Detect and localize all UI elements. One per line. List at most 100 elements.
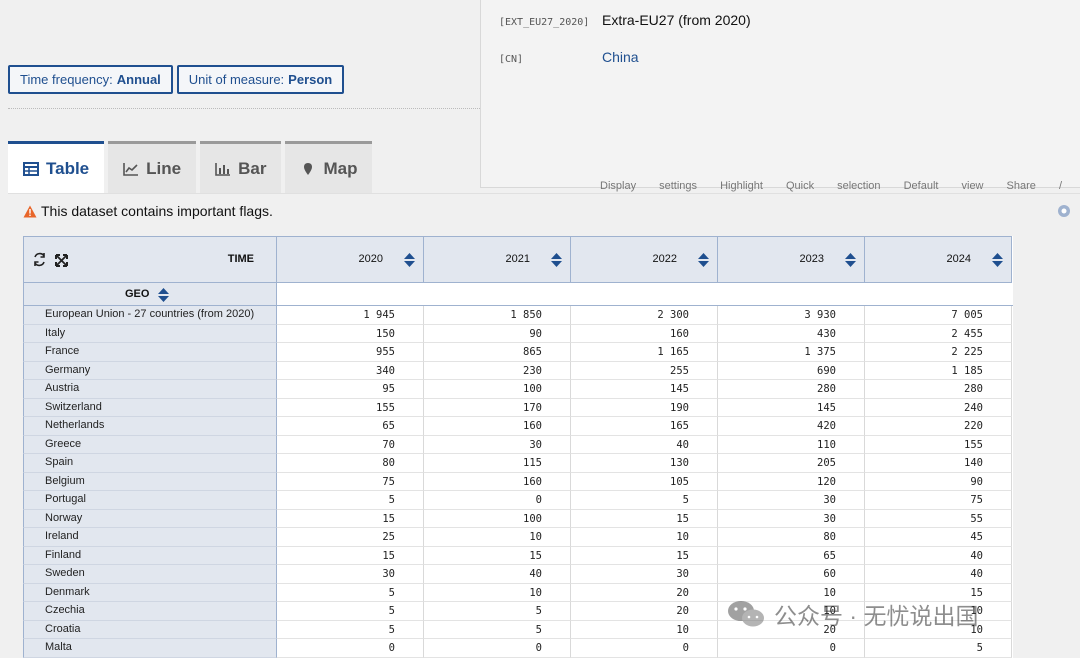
value-cell[interactable]: 10: [424, 528, 571, 547]
value-cell[interactable]: 30: [277, 565, 424, 584]
value-cell[interactable]: 20: [571, 583, 718, 602]
settings-icon[interactable]: [1057, 204, 1071, 218]
value-cell[interactable]: 80: [718, 528, 865, 547]
value-cell[interactable]: 255: [571, 361, 718, 380]
value-cell[interactable]: 5: [277, 620, 424, 639]
value-cell[interactable]: 40: [424, 565, 571, 584]
value-cell[interactable]: 0: [277, 639, 424, 658]
value-cell[interactable]: 10: [424, 583, 571, 602]
popup-row-extra-eu27[interactable]: [EXT_EU27_2020] Extra-EU27 (from 2020): [499, 12, 751, 28]
swap-axes-icon[interactable]: [32, 252, 47, 267]
value-cell[interactable]: 110: [718, 435, 865, 454]
tab-line[interactable]: Line: [108, 141, 197, 193]
value-cell[interactable]: 955: [277, 343, 424, 362]
sort-icon[interactable]: [551, 253, 562, 267]
value-cell[interactable]: 40: [571, 435, 718, 454]
sort-icon[interactable]: [992, 253, 1003, 267]
value-cell[interactable]: 1 185: [865, 361, 1012, 380]
value-cell[interactable]: 0: [718, 639, 865, 658]
value-cell[interactable]: 30: [571, 565, 718, 584]
value-cell[interactable]: 160: [571, 324, 718, 343]
value-cell[interactable]: 120: [718, 472, 865, 491]
value-cell[interactable]: 60: [718, 565, 865, 584]
value-cell[interactable]: 220: [865, 417, 1012, 436]
value-cell[interactable]: 10: [571, 620, 718, 639]
value-cell[interactable]: 10: [571, 528, 718, 547]
year-header-2023[interactable]: 2023: [718, 236, 865, 283]
value-cell[interactable]: 25: [277, 528, 424, 547]
value-cell[interactable]: 70: [277, 435, 424, 454]
value-cell[interactable]: 30: [718, 491, 865, 510]
value-cell[interactable]: 100: [424, 509, 571, 528]
value-cell[interactable]: 140: [865, 454, 1012, 473]
value-cell[interactable]: 865: [424, 343, 571, 362]
value-cell[interactable]: 205: [718, 454, 865, 473]
geo-header[interactable]: GEO: [23, 283, 277, 306]
value-cell[interactable]: 105: [571, 472, 718, 491]
value-cell[interactable]: 3 930: [718, 306, 865, 325]
sort-icon[interactable]: [158, 288, 169, 302]
value-cell[interactable]: 165: [571, 417, 718, 436]
time-frequency-button[interactable]: Time frequency: Annual: [8, 65, 173, 94]
value-cell[interactable]: 280: [865, 380, 1012, 399]
tab-bar[interactable]: Bar: [200, 141, 282, 193]
value-cell[interactable]: 1 165: [571, 343, 718, 362]
tab-table[interactable]: Table: [8, 141, 105, 194]
value-cell[interactable]: 65: [718, 546, 865, 565]
value-cell[interactable]: 5: [277, 491, 424, 510]
value-cell[interactable]: 40: [865, 546, 1012, 565]
value-cell[interactable]: 15: [277, 546, 424, 565]
value-cell[interactable]: 2 225: [865, 343, 1012, 362]
value-cell[interactable]: 420: [718, 417, 865, 436]
value-cell[interactable]: 75: [277, 472, 424, 491]
value-cell[interactable]: 5: [277, 583, 424, 602]
value-cell[interactable]: 55: [865, 509, 1012, 528]
value-cell[interactable]: 130: [571, 454, 718, 473]
value-cell[interactable]: 5: [424, 602, 571, 621]
value-cell[interactable]: 15: [571, 509, 718, 528]
popup-row-china[interactable]: [CN] China: [499, 49, 639, 65]
value-cell[interactable]: 230: [424, 361, 571, 380]
year-header-2020[interactable]: 2020: [277, 236, 424, 283]
value-cell[interactable]: 2 455: [865, 324, 1012, 343]
year-header-2022[interactable]: 2022: [571, 236, 718, 283]
sort-icon[interactable]: [698, 253, 709, 267]
value-cell[interactable]: 430: [718, 324, 865, 343]
value-cell[interactable]: 15: [571, 546, 718, 565]
value-cell[interactable]: 340: [277, 361, 424, 380]
value-cell[interactable]: 45: [865, 528, 1012, 547]
unit-of-measure-button[interactable]: Unit of measure: Person: [176, 65, 345, 94]
value-cell[interactable]: 115: [424, 454, 571, 473]
value-cell[interactable]: 240: [865, 398, 1012, 417]
value-cell[interactable]: 145: [571, 380, 718, 399]
value-cell[interactable]: 5: [571, 491, 718, 510]
value-cell[interactable]: 30: [424, 435, 571, 454]
value-cell[interactable]: 65: [277, 417, 424, 436]
value-cell[interactable]: 280: [718, 380, 865, 399]
value-cell[interactable]: 160: [424, 417, 571, 436]
value-cell[interactable]: 15: [424, 546, 571, 565]
value-cell[interactable]: 1 375: [718, 343, 865, 362]
value-cell[interactable]: 690: [718, 361, 865, 380]
expand-icon[interactable]: [55, 254, 68, 267]
sort-icon[interactable]: [404, 253, 415, 267]
value-cell[interactable]: 0: [571, 639, 718, 658]
value-cell[interactable]: 155: [865, 435, 1012, 454]
value-cell[interactable]: 95: [277, 380, 424, 399]
value-cell[interactable]: 0: [424, 639, 571, 658]
value-cell[interactable]: 1 850: [424, 306, 571, 325]
value-cell[interactable]: 90: [865, 472, 1012, 491]
value-cell[interactable]: 90: [424, 324, 571, 343]
year-header-2024[interactable]: 2024: [865, 236, 1012, 283]
value-cell[interactable]: 5: [277, 602, 424, 621]
value-cell[interactable]: 160: [424, 472, 571, 491]
sort-icon[interactable]: [845, 253, 856, 267]
value-cell[interactable]: 190: [571, 398, 718, 417]
value-cell[interactable]: 7 005: [865, 306, 1012, 325]
value-cell[interactable]: 170: [424, 398, 571, 417]
value-cell[interactable]: 0: [424, 491, 571, 510]
value-cell[interactable]: 100: [424, 380, 571, 399]
year-header-2021[interactable]: 2021: [424, 236, 571, 283]
value-cell[interactable]: 1 945: [277, 306, 424, 325]
value-cell[interactable]: 145: [718, 398, 865, 417]
